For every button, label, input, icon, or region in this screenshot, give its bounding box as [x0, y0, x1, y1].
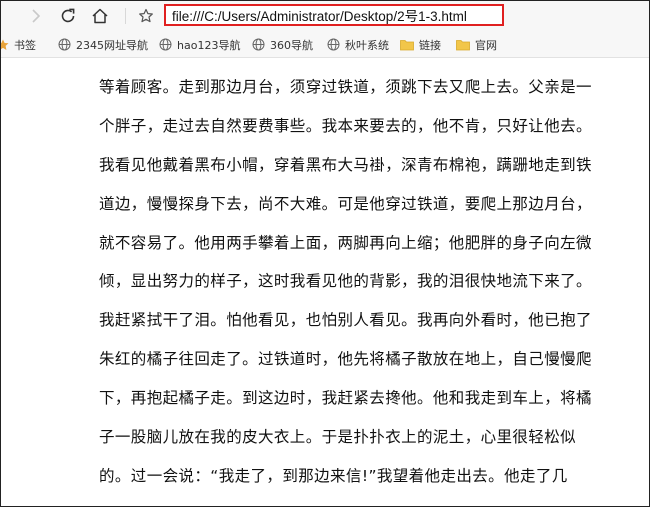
reload-icon: [61, 8, 75, 23]
folder-icon: [400, 39, 414, 51]
address-bar[interactable]: file:///C:/Users/Administrator/Desktop/2…: [164, 4, 504, 26]
bookmark-folder-official[interactable]: 官网: [456, 31, 497, 58]
bookmark-label: 书签: [14, 38, 36, 52]
article-line: 我赶紧拭干了泪。怕他看见，也怕别人看见。我再向外看时，他已抱了: [99, 311, 592, 330]
article-body: 等着顾客。走到那边月台，须穿过铁道，须跳下去又爬上去。父亲是一 个胖子，走过去自…: [99, 68, 619, 496]
address-url: file:///C:/Users/Administrator/Desktop/2…: [172, 9, 467, 24]
article-line: 朱红的橘子往回走了。过铁道时，他先将橘子散放在地上，自己慢慢爬: [99, 350, 592, 369]
bookmark-item-qiuye[interactable]: 秋叶系统: [327, 31, 389, 58]
globe-icon: [327, 38, 340, 51]
bookmark-label: 2345网址导航: [76, 38, 148, 52]
browser-window: file:///C:/Users/Administrator/Desktop/2…: [0, 0, 650, 507]
article-line: 下，再抱起橘子走。到这边时，我赶紧去搀他。他和我走到车上，将橘: [99, 389, 592, 408]
bookmark-item-2345[interactable]: 2345网址导航: [58, 31, 148, 58]
bookmark-folder-links[interactable]: 链接: [400, 31, 441, 58]
article-line: 倾，显出努力的样子，这时我看见他的背影，我的泪很快地流下来了。: [99, 272, 592, 291]
article-line: 就不容易了。他用两手攀着上面，两脚再向上缩；他肥胖的身子向左微: [99, 233, 592, 252]
globe-icon: [159, 38, 172, 51]
article-line: 道边，慢慢探身下去，尚不大难。可是他穿过铁道，要爬上那边月台，: [99, 194, 592, 213]
bookmarks-bar: 书签 2345网址导航 hao123导航 360导航 秋叶系统 链接 官网: [1, 31, 649, 58]
article-line: 个胖子，走过去自然要费事些。我本来要去的，他不肯，只好让他去。: [99, 116, 592, 135]
article-line: 等着顾客。走到那边月台，须穿过铁道，须跳下去又爬上去。父亲是一: [99, 78, 592, 96]
folder-icon: [456, 39, 470, 51]
bookmark-item-bookmarks[interactable]: 书签: [1, 31, 36, 58]
star-outline-icon: [139, 8, 153, 23]
bookmark-page-button[interactable]: [135, 5, 157, 27]
star-icon: [1, 39, 9, 51]
globe-icon: [252, 38, 265, 51]
chevron-right-icon: [32, 9, 41, 23]
article-line: 我看见他戴着黑布小帽，穿着黑布大马褂，深青布棉袍，蹒跚地走到铁: [99, 155, 592, 174]
forward-button[interactable]: [25, 5, 47, 27]
article-line: 子一股脑儿放在我的皮大衣上。于是扑扑衣上的泥土，心里很轻松似: [99, 428, 577, 447]
globe-icon: [58, 38, 71, 51]
bookmark-label: 官网: [475, 38, 497, 52]
bookmark-item-360[interactable]: 360导航: [252, 31, 313, 58]
reload-button[interactable]: [57, 5, 79, 27]
home-icon: [92, 8, 108, 24]
bookmark-label: 360导航: [270, 38, 313, 52]
bookmark-label: 链接: [419, 38, 441, 52]
article-line: 的。过一会说：“我走了，到那边来信!”我望着他走出去。他走了几: [99, 466, 568, 485]
bookmark-label: hao123导航: [177, 38, 241, 52]
bookmark-label: 秋叶系统: [345, 38, 389, 52]
browser-toolbar: file:///C:/Users/Administrator/Desktop/2…: [1, 1, 649, 31]
bookmark-item-hao123[interactable]: hao123导航: [159, 31, 240, 58]
toolbar-divider: [125, 8, 126, 24]
home-button[interactable]: [89, 5, 111, 27]
